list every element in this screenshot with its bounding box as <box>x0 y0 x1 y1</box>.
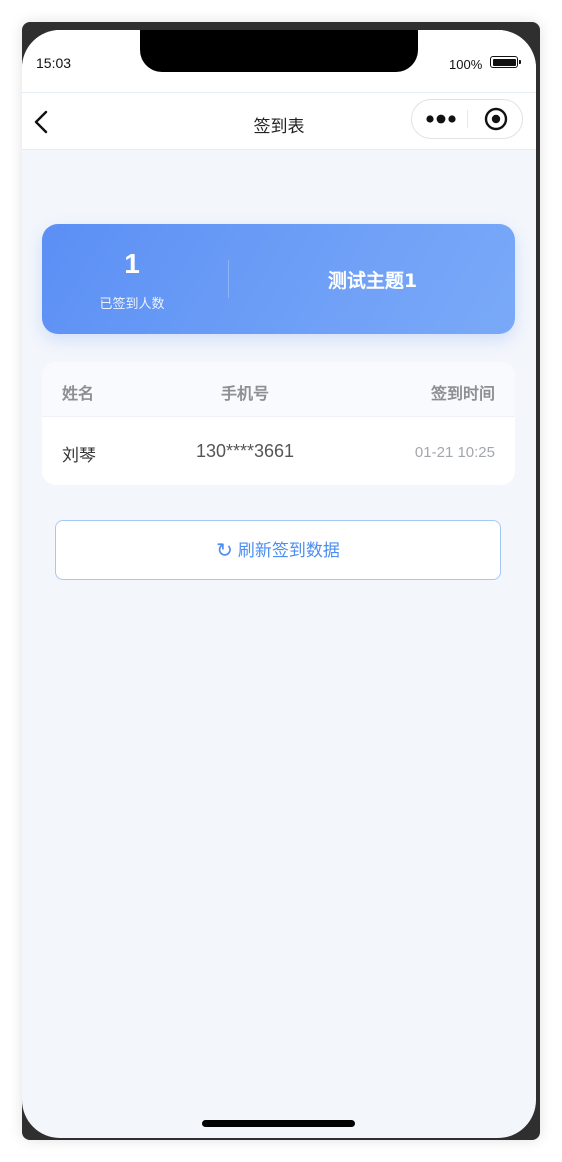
mini-program-capsule <box>411 99 523 139</box>
phone-frame: 15:03 100% 签到表 1 已签到人数 测试主题1 姓名 手机号 签到时间… <box>22 22 540 1140</box>
table-row: 刘琴 130****3661 01-21 10:25 <box>42 417 515 485</box>
target-circle-icon <box>484 107 508 131</box>
battery-percentage: 100% <box>449 57 483 72</box>
row-phone: 130****3661 <box>195 441 295 461</box>
checked-in-count: 1 <box>124 248 140 279</box>
refresh-button-label: 刷新签到数据 <box>237 541 340 561</box>
checked-in-count-label: 已签到人数 <box>99 297 165 312</box>
table-header: 姓名 手机号 签到时间 <box>42 362 515 417</box>
home-indicator <box>202 1120 355 1127</box>
status-time: 15:03 <box>36 55 72 71</box>
topic-title: 测试主题1 <box>327 270 418 292</box>
row-checkin-time: 01-21 10:25 <box>414 444 495 461</box>
close-miniprogram-button[interactable] <box>474 104 518 134</box>
row-name: 刘琴 <box>62 446 96 466</box>
column-header-phone: 手机号 <box>220 384 269 403</box>
status-bar: 15:03 100% <box>22 30 536 92</box>
summary-card: 1 已签到人数 测试主题1 <box>42 224 515 334</box>
page-content: 1 已签到人数 测试主题1 姓名 手机号 签到时间 刘琴 130****3661… <box>22 150 536 1138</box>
app-screen: 15:03 100% 签到表 1 已签到人数 测试主题1 姓名 手机号 签到时间… <box>22 30 536 1138</box>
more-dots-icon <box>426 114 456 124</box>
camera-notch <box>140 30 418 72</box>
navigation-bar: 签到表 <box>22 92 536 150</box>
summary-divider <box>228 260 229 298</box>
column-header-time: 签到时间 <box>430 384 495 403</box>
refresh-button[interactable]: ↻ 刷新签到数据 <box>55 520 501 580</box>
battery-icon <box>490 56 521 68</box>
capsule-divider <box>467 110 468 128</box>
column-header-name: 姓名 <box>62 384 95 403</box>
checkin-table: 姓名 手机号 签到时间 刘琴 130****3661 01-21 10:25 <box>42 362 515 485</box>
refresh-icon: ↻ <box>216 538 233 562</box>
more-button[interactable] <box>418 104 464 134</box>
